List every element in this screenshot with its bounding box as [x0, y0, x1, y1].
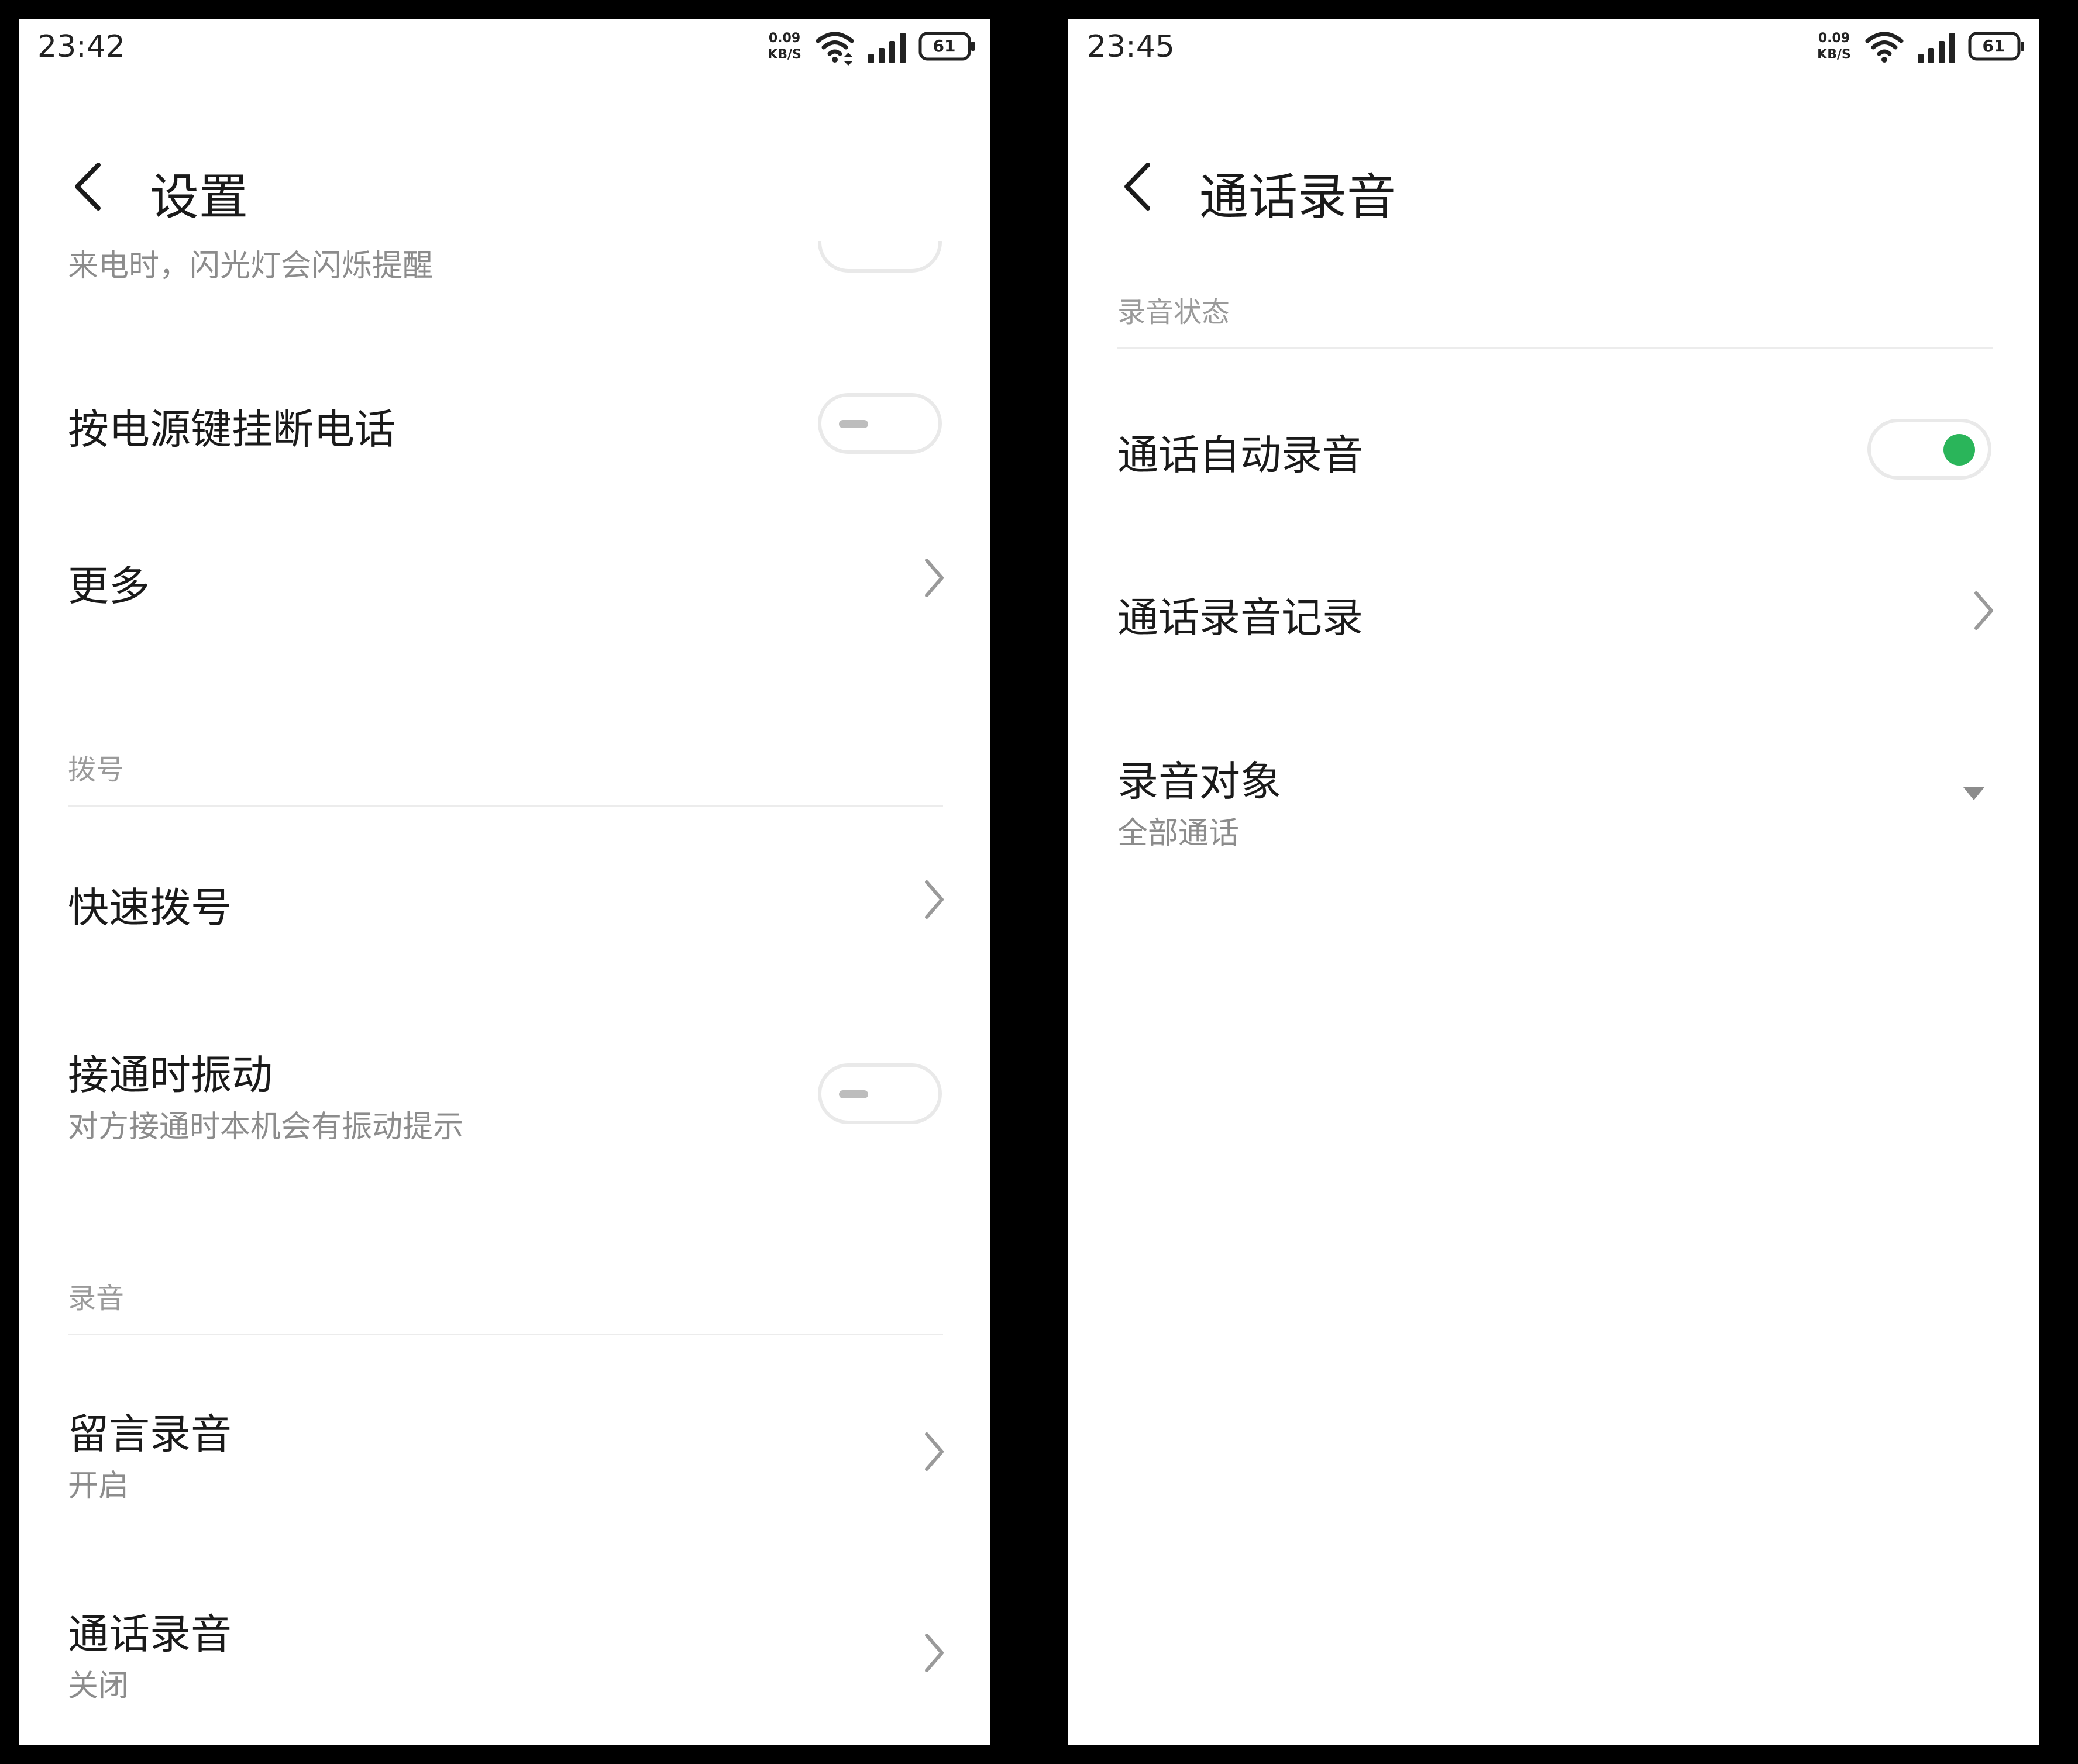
list-item-title: 快速拨号 — [68, 884, 232, 932]
list-item-power-key-end-call[interactable]: 按电源键挂断电话 — [19, 352, 990, 492]
title-bar: 设置 — [19, 118, 990, 241]
chevron-right-icon — [1974, 591, 1993, 630]
battery-level: 61 — [933, 36, 956, 56]
list-item-subtitle: 对方接通时本机会有振动提示 — [68, 1110, 464, 1145]
list-item-subtitle: 关闭 — [68, 1669, 129, 1704]
back-arrow-icon[interactable] — [1115, 160, 1168, 213]
battery-icon: 61 — [1968, 32, 2025, 61]
network-speed-value: 0.09 — [1818, 31, 1850, 46]
list-item-recording-history[interactable]: 通话录音记录 — [1068, 533, 2039, 685]
partial-list-item[interactable]: 来电时，闪光灯会闪烁提醒 — [19, 212, 990, 284]
list-item-voicemail-recording[interactable]: 留言录音 开启 — [19, 1358, 990, 1534]
dropdown-arrow-icon[interactable] — [1962, 786, 1986, 801]
chevron-right-icon — [925, 880, 944, 919]
toggle-knob — [1943, 434, 1975, 466]
network-speed-unit: KB/S — [768, 47, 801, 62]
vibrate-on-connect-toggle[interactable] — [818, 1063, 942, 1124]
list-item-speed-dial[interactable]: 快速拨号 — [19, 814, 990, 955]
wifi-icon — [816, 32, 854, 66]
chevron-right-icon — [925, 1634, 944, 1672]
list-item-more[interactable]: 更多 — [19, 504, 990, 645]
list-item-call-recording[interactable]: 通话录音 关闭 — [19, 1557, 990, 1732]
auto-record-toggle[interactable] — [1867, 419, 1991, 480]
list-item-title: 留言录音 — [68, 1410, 232, 1458]
list-item-title: 更多 — [68, 562, 150, 610]
toggle-knob — [839, 420, 868, 428]
battery-level: 61 — [1982, 36, 2005, 56]
network-speed: 0.09 KB/S — [1812, 30, 1856, 63]
list-item-recording-target[interactable]: 录音对象 全部通话 — [1068, 697, 2039, 873]
list-item-title: 通话录音 — [68, 1610, 232, 1658]
page-title: 设置 — [150, 168, 249, 226]
partial-item-subtitle: 来电时，闪光灯会闪烁提醒 — [68, 249, 434, 284]
title-bar: 通话录音 — [1068, 118, 2039, 241]
network-speed-value: 0.09 — [768, 31, 801, 46]
list-item-title: 按电源键挂断电话 — [68, 405, 395, 453]
power-key-end-call-toggle[interactable] — [818, 393, 942, 454]
status-time: 23:42 — [37, 29, 125, 64]
wifi-icon — [1865, 32, 1904, 63]
status-time: 23:45 — [1087, 29, 1175, 64]
battery-icon: 61 — [918, 32, 976, 61]
chevron-right-icon — [925, 559, 944, 597]
list-item-vibrate-on-connect[interactable]: 接通时振动 对方接通时本机会有振动提示 — [19, 1001, 990, 1153]
chevron-right-icon — [925, 1432, 944, 1471]
call-recording-screen: 23:45 0.09 KB/S 61 通话录音 录音状态 通话自动录音 通话录音… — [1068, 19, 2039, 1745]
page-title: 通话录音 — [1199, 168, 1396, 226]
list-item-title: 录音对象 — [1117, 757, 1281, 805]
status-bar: 23:45 0.09 KB/S 61 — [1068, 19, 2039, 89]
signal-icon — [868, 33, 906, 63]
settings-screen: 23:42 0.09 KB/S 61 设置 来电时，闪光灯会闪烁提醒 按电源键挂… — [19, 19, 990, 1745]
toggle-knob — [839, 1090, 868, 1098]
list-item-title: 通话自动录音 — [1117, 431, 1363, 479]
section-header-recording: 录音 — [68, 1275, 943, 1335]
status-bar: 23:42 0.09 KB/S 61 — [19, 19, 990, 89]
list-item-title: 通话录音记录 — [1117, 594, 1363, 642]
network-speed: 0.09 KB/S — [763, 30, 806, 63]
list-item-subtitle: 开启 — [68, 1469, 129, 1504]
signal-icon — [1918, 33, 1955, 63]
back-arrow-icon[interactable] — [66, 160, 118, 213]
section-header-dial: 拨号 — [68, 746, 943, 807]
list-item-subtitle: 全部通话 — [1117, 816, 1240, 851]
list-item-auto-record-calls[interactable]: 通话自动录音 — [1068, 370, 2039, 522]
section-header-recording-status: 录音状态 — [1117, 289, 1993, 349]
network-speed-unit: KB/S — [1817, 47, 1851, 62]
list-item-title: 接通时振动 — [68, 1051, 273, 1099]
